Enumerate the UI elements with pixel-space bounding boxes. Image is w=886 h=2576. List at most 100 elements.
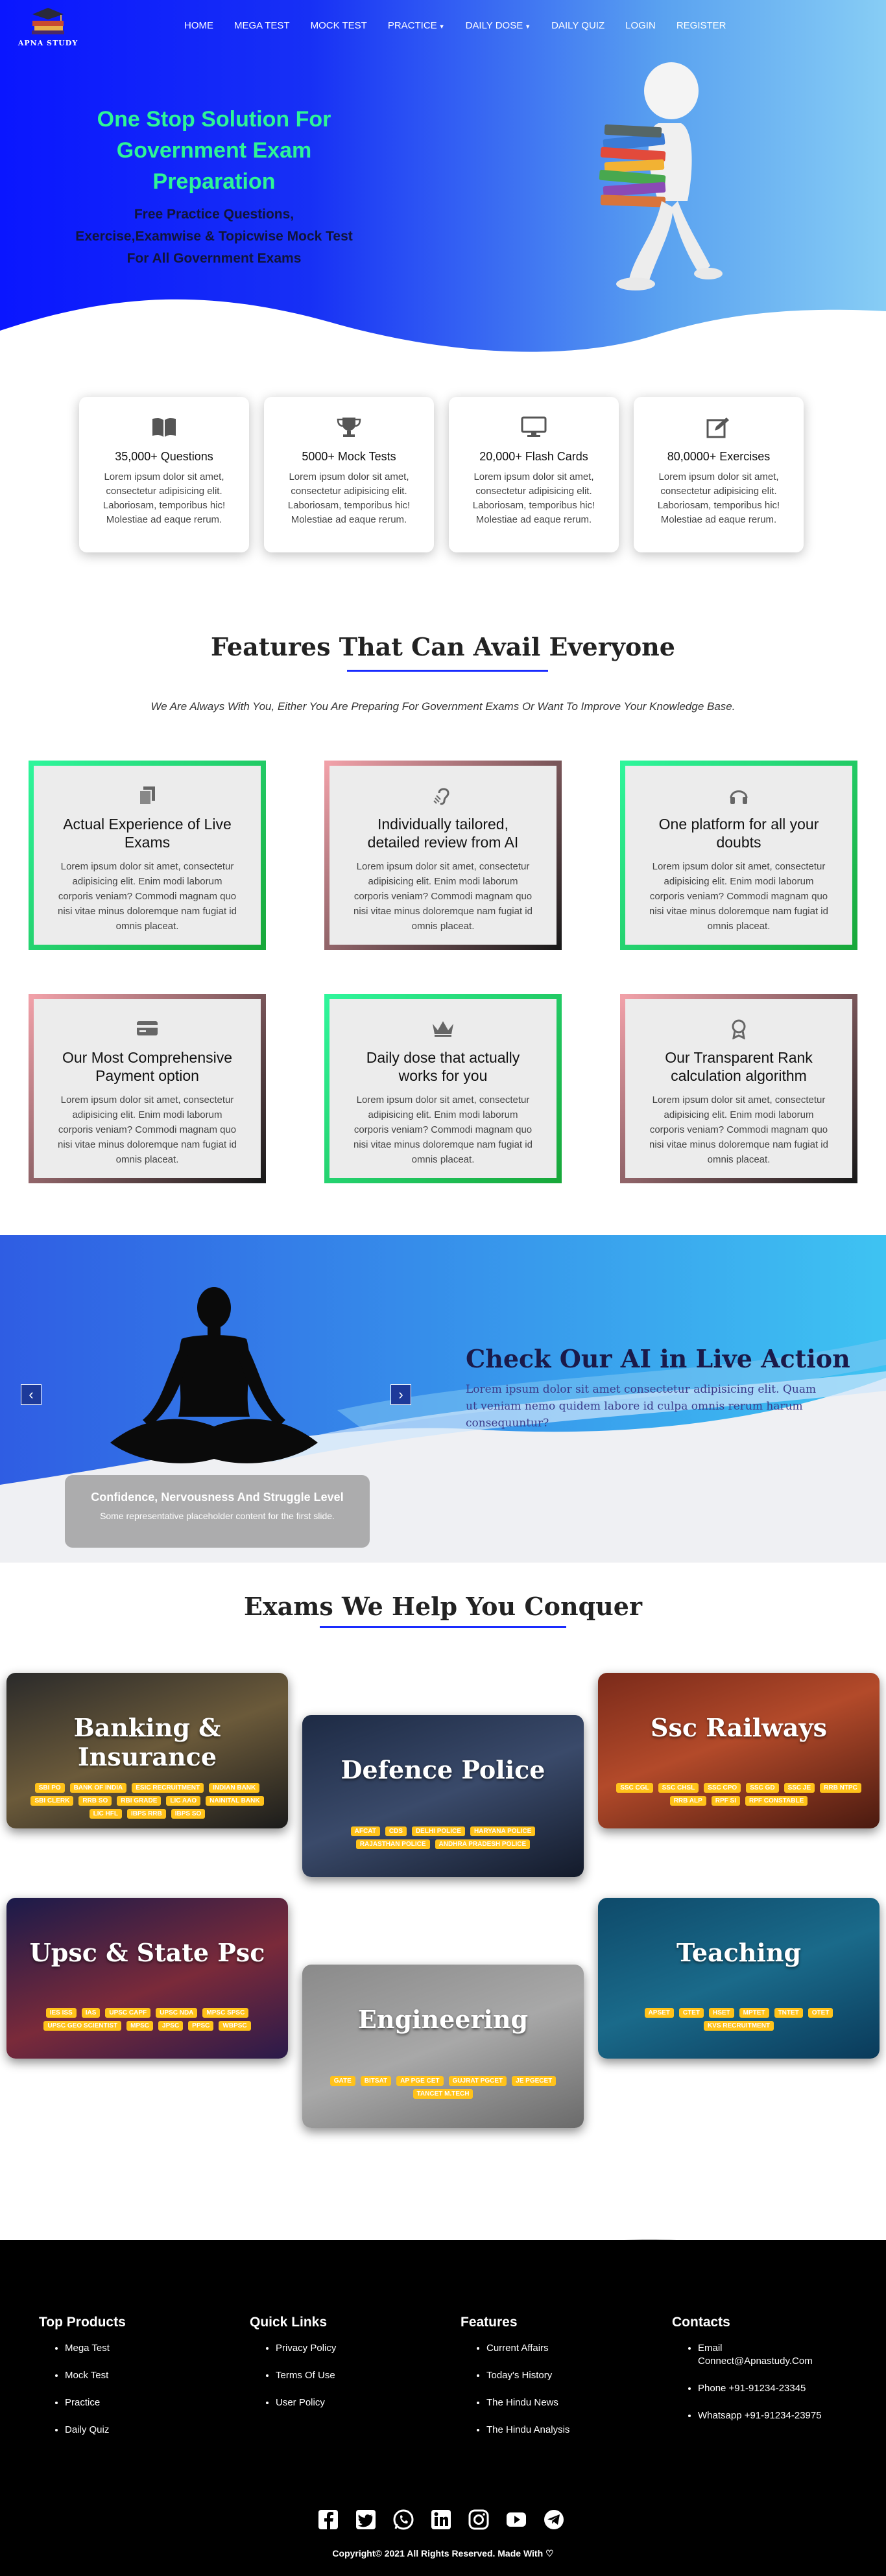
site-logo[interactable]: APNA STUDY	[16, 6, 80, 53]
stat-text: Lorem ipsum dolor sit amet, consectetur …	[657, 471, 780, 525]
footer-phone[interactable]: Phone +91-91234-23345	[698, 2382, 841, 2395]
exam-tag[interactable]: SSC CGL	[616, 1783, 653, 1793]
feature-title: Our Transparent Rank calculation algorit…	[665, 1049, 813, 1084]
footer-link[interactable]: Mock Test	[65, 2369, 126, 2382]
nav-login[interactable]: LOGIN	[615, 18, 666, 34]
nav-daily-quiz[interactable]: DAILY QUIZ	[541, 18, 615, 34]
exam-tag[interactable]: RBI GRADE	[117, 1796, 162, 1806]
whatsapp-icon[interactable]	[392, 2508, 415, 2531]
exam-tag[interactable]: UPSC GEO SCIENTIST	[43, 2021, 122, 2031]
exam-tag[interactable]: NAINITAL BANK	[206, 1796, 264, 1806]
exam-tag[interactable]: AFCAT	[350, 1826, 380, 1836]
exam-card-banking[interactable]: Banking & Insurance SBI PO BANK OF INDIA…	[6, 1673, 288, 1828]
exam-tag[interactable]: ANDHRA PRADESH POLICE	[435, 1839, 531, 1849]
footer-link[interactable]: Privacy Policy	[276, 2342, 336, 2355]
exam-tag[interactable]: INDIAN BANK	[209, 1783, 260, 1793]
feature-card-daily-dose: Daily dose that actually works for you L…	[324, 994, 562, 1183]
footer-link[interactable]: Terms Of Use	[276, 2369, 336, 2382]
exam-tag[interactable]: RRB NTPC	[820, 1783, 861, 1793]
exam-card-ssc-railways[interactable]: Ssc Railways SSC CGL SSC CHSL SSC CPO SS…	[598, 1673, 880, 1828]
exam-tag[interactable]: IES ISS	[45, 2008, 77, 2018]
footer-col-features: Features Current Affairs Today's History…	[461, 2315, 569, 2451]
stickman-with-books-illustration	[599, 62, 723, 290]
exam-tag[interactable]: BANK OF INDIA	[69, 1783, 127, 1793]
exam-tag[interactable]: UPSC CAPF	[105, 2008, 151, 2018]
carousel-prev-button[interactable]: ‹	[21, 1384, 42, 1405]
copyright-text: Copyright© 2021 All Rights Reserved. Mad…	[332, 2548, 554, 2558]
exam-tag[interactable]: LIC HFL	[89, 1809, 122, 1819]
exam-tag[interactable]: CTET	[678, 2008, 704, 2018]
footer-email[interactable]: Email Connect@Apnastudy.Com	[698, 2342, 815, 2368]
exam-tag[interactable]: GUJRAT PGCET	[448, 2076, 507, 2086]
exam-tag[interactable]: TANCET M.TECH	[413, 2089, 473, 2099]
feature-text: Lorem ipsum dolor sit amet, consectetur …	[649, 861, 828, 932]
exam-tag[interactable]: RRB ALP	[669, 1796, 706, 1806]
exam-tag[interactable]: UPSC NDA	[156, 2008, 198, 2018]
exam-tag[interactable]: RRB SO	[78, 1796, 112, 1806]
exam-tag[interactable]: SSC GD	[746, 1783, 779, 1793]
exam-tag[interactable]: HSET	[709, 2008, 734, 2018]
nav-practice-dropdown[interactable]: PRACTICE ▼	[377, 18, 455, 34]
linkedin-icon[interactable]	[429, 2508, 453, 2531]
exam-tag[interactable]: WBPSC	[219, 2021, 251, 2031]
feature-text: Lorem ipsum dolor sit amet, consectetur …	[353, 861, 533, 932]
footer-link[interactable]: Daily Quiz	[65, 2424, 126, 2437]
telegram-icon[interactable]	[542, 2508, 566, 2531]
exam-tag[interactable]: HARYANA POLICE	[470, 1826, 536, 1836]
exam-tag[interactable]: GATE	[329, 2076, 355, 2086]
exam-tag[interactable]: SSC CPO	[704, 1783, 741, 1793]
footer-whatsapp[interactable]: Whatsapp +91-91234-23975	[698, 2409, 841, 2422]
youtube-icon[interactable]	[505, 2508, 528, 2531]
nav-mega-test[interactable]: MEGA TEST	[224, 18, 300, 34]
exam-card-engineering[interactable]: Engineering GATE BITSAT AP PGE CET GUJRA…	[302, 1965, 584, 2128]
exam-tag[interactable]: RPF CONSTABLE	[745, 1796, 808, 1806]
footer-link[interactable]: User Policy	[276, 2396, 336, 2409]
exam-tag[interactable]: APSET	[644, 2008, 674, 2018]
instagram-icon[interactable]	[467, 2508, 490, 2531]
carousel-caption: Confidence, Nervousness And Struggle Lev…	[65, 1475, 370, 1548]
nav-daily-dose-dropdown[interactable]: DAILY DOSE ▼	[455, 18, 542, 34]
footer-link[interactable]: Practice	[65, 2396, 126, 2409]
footer-link[interactable]: The Hindu Analysis	[486, 2424, 569, 2437]
exam-tag[interactable]: RAJASTHAN POLICE	[355, 1839, 430, 1849]
exam-tag[interactable]: MPSC	[126, 2021, 154, 2031]
exam-tag[interactable]: OTET	[808, 2008, 833, 2018]
footer-wave	[0, 2239, 886, 2308]
exam-tag[interactable]: SSC JE	[784, 1783, 815, 1793]
exam-tag[interactable]: MPSC SPSC	[202, 2008, 249, 2018]
exam-tag[interactable]: SBI PO	[34, 1783, 65, 1793]
facebook-icon[interactable]	[317, 2508, 340, 2531]
exam-tag[interactable]: IBPS RRB	[126, 1809, 166, 1819]
exam-tag[interactable]: AP PGE CET	[396, 2076, 444, 2086]
caption-title: Confidence, Nervousness And Struggle Lev…	[91, 1491, 344, 1504]
carousel-next-button[interactable]: ›	[390, 1384, 411, 1405]
footer-link[interactable]: The Hindu News	[486, 2396, 569, 2409]
exam-tag[interactable]: CDS	[385, 1826, 407, 1836]
exam-tag[interactable]: IBPS SO	[171, 1809, 206, 1819]
exam-tag[interactable]: RPF SI	[711, 1796, 741, 1806]
nav-register[interactable]: REGISTER	[666, 18, 737, 34]
exam-tag[interactable]: JE PGECET	[512, 2076, 557, 2086]
exam-tag[interactable]: IAS	[81, 2008, 101, 2018]
exam-card-defence[interactable]: Defence Police AFCAT CDS DELHI POLICE HA…	[302, 1715, 584, 1877]
exam-tag[interactable]: SBI CLERK	[30, 1796, 74, 1806]
exam-tag[interactable]: KVS RECRUITMENT	[703, 2021, 774, 2031]
exam-tag[interactable]: DELHI POLICE	[411, 1826, 465, 1836]
exam-card-upsc[interactable]: Upsc & State Psc IES ISS IAS UPSC CAPF U…	[6, 1898, 288, 2059]
nav-mock-test[interactable]: MOCK TEST	[300, 18, 377, 34]
exam-tag[interactable]: MPTET	[739, 2008, 769, 2018]
exam-tag[interactable]: BITSAT	[360, 2076, 392, 2086]
exam-tag[interactable]: TNTET	[774, 2008, 803, 2018]
twitter-icon[interactable]	[354, 2508, 377, 2531]
footer-link[interactable]: Mega Test	[65, 2342, 126, 2355]
exam-tag[interactable]: SSC CHSL	[658, 1783, 699, 1793]
footer-link[interactable]: Current Affairs	[486, 2342, 569, 2355]
exam-tag[interactable]: PPSC	[188, 2021, 214, 2031]
footer-link[interactable]: Today's History	[486, 2369, 569, 2382]
footer-col-quick-links: Quick Links Privacy Policy Terms Of Use …	[250, 2315, 336, 2424]
exam-card-teaching[interactable]: Teaching APSET CTET HSET MPTET TNTET OTE…	[598, 1898, 880, 2059]
exam-tag[interactable]: LIC AAO	[166, 1796, 201, 1806]
exam-tag[interactable]: JPSC	[158, 2021, 184, 2031]
nav-home[interactable]: HOME	[174, 18, 224, 34]
exam-tag[interactable]: ESIC RECRUITMENT	[132, 1783, 204, 1793]
